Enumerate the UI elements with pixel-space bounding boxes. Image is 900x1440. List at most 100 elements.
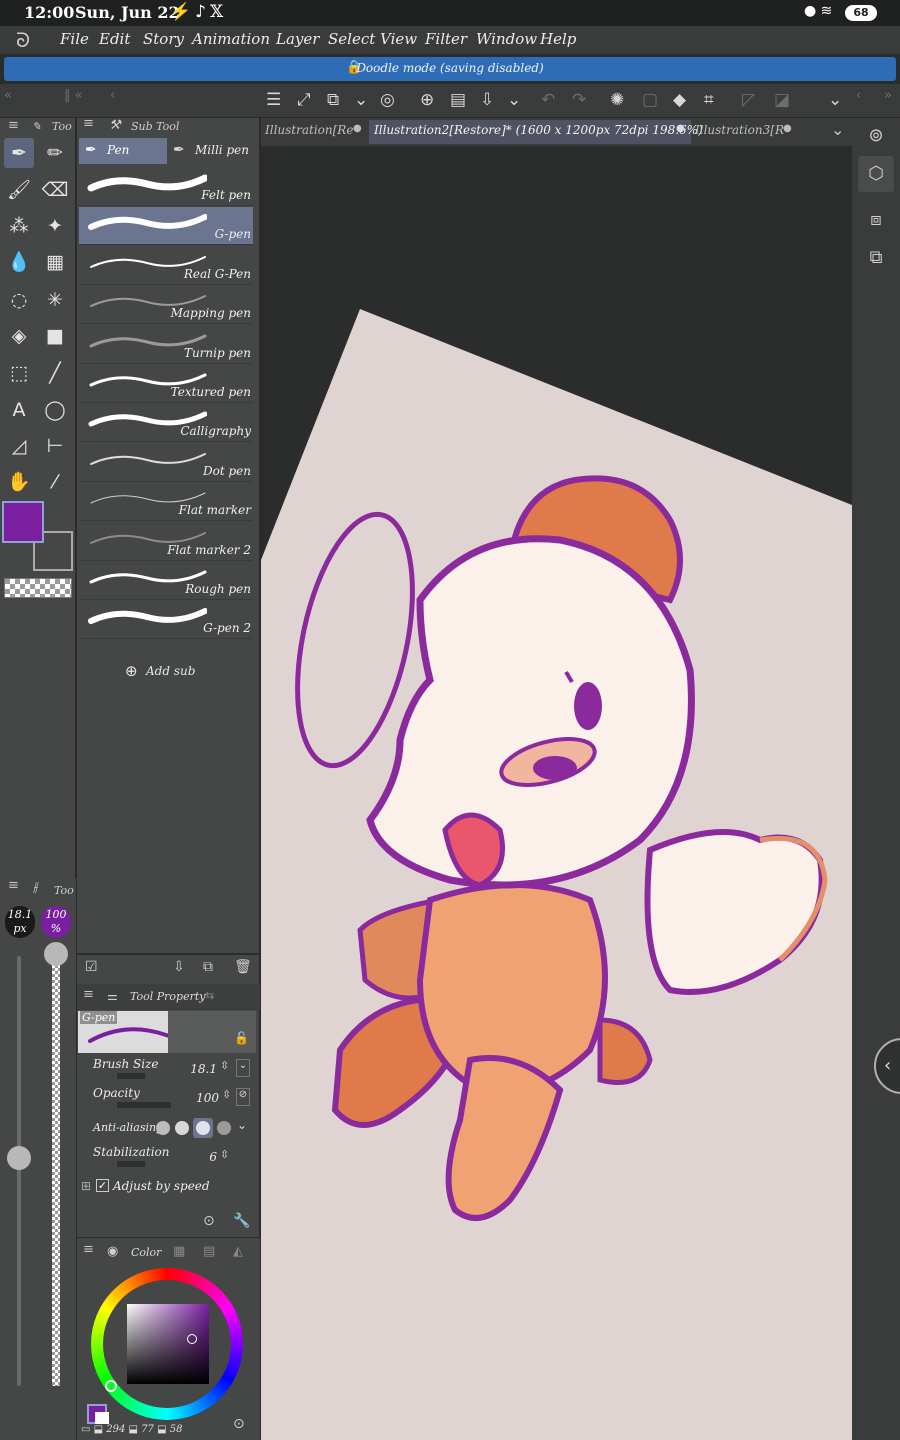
brush-size-bar[interactable] [117, 1073, 145, 1079]
tool-property-menu-icon[interactable]: ≡ [83, 987, 94, 1002]
tab-illustration-1[interactable]: Illustration[Re [265, 123, 353, 137]
menu-select[interactable]: Select [328, 30, 375, 48]
blend-tool-icon[interactable]: 💧 [4, 247, 34, 277]
hamburger-menu-icon[interactable]: ☰ [266, 90, 281, 110]
preview-lock-icon[interactable]: 🔓 [234, 1031, 249, 1045]
lasso-tool-icon[interactable]: ◌ [4, 285, 34, 315]
redo-icon[interactable]: ↷ [572, 90, 586, 110]
menu-animation[interactable]: Animation [192, 30, 270, 48]
import-icon[interactable]: ⇩ [173, 959, 185, 975]
trash-icon[interactable]: 🗑 [234, 959, 252, 975]
color-mode-icon[interactable]: ⊙ [233, 1416, 245, 1432]
fill-icon[interactable]: ◆ [673, 90, 686, 110]
brush-item-g-pen[interactable]: G-pen [79, 207, 253, 246]
add-sub-tool-button[interactable]: ⊕ Add sub [123, 662, 223, 682]
ruler-tool-icon[interactable]: ⊢ [40, 431, 70, 461]
open-folder-icon[interactable]: ▤ [450, 90, 466, 110]
brush-size-slider-handle[interactable] [7, 1146, 31, 1170]
hand-tool-icon[interactable]: ✋ [4, 467, 34, 497]
menu-view[interactable]: View [380, 30, 417, 48]
collapse-panel-handle[interactable]: ‹ [874, 1038, 900, 1094]
tabs-dropdown-icon[interactable]: ⌄ [831, 120, 844, 139]
opacity-slider-track[interactable] [52, 956, 60, 1386]
sub-color-mini-swatch[interactable] [95, 1412, 109, 1424]
stabilization-stepper-icon[interactable]: ⇳ [220, 1148, 229, 1161]
navigator-icon[interactable]: ⊚ [858, 118, 894, 154]
eyedropper-tool-icon[interactable]: ⁄ [40, 467, 70, 497]
brush-item-turnip-pen[interactable]: Turnip pen [79, 326, 253, 364]
brush-item-real-g-pen[interactable]: Real G-Pen [79, 247, 253, 285]
property-reset-icon[interactable]: ⊙ [203, 1213, 215, 1229]
expand-plus-icon[interactable]: ⊞ [81, 1179, 91, 1193]
antialias-strong-option[interactable] [217, 1121, 231, 1135]
tab-illustration-2[interactable]: Illustration2[Restore]* (1600 x 1200px 7… [374, 123, 703, 137]
brush-size-value[interactable]: 18.1 [187, 1062, 217, 1076]
opacity-stepper-icon[interactable]: ⇳ [222, 1088, 231, 1101]
antialias-weak-option[interactable] [175, 1121, 189, 1135]
hue-ring-cursor[interactable] [105, 1380, 117, 1392]
menu-help[interactable]: Help [540, 30, 576, 48]
opacity-value[interactable]: 100 [187, 1091, 219, 1105]
main-color-swatch[interactable] [2, 501, 44, 543]
opacity-bar[interactable] [117, 1102, 171, 1108]
undo-icon[interactable]: ↶ [541, 90, 555, 110]
antialias-dropdown-icon[interactable]: ⌄ [237, 1118, 247, 1132]
chevron-down-icon[interactable]: ⌄ [354, 90, 368, 110]
brush-item-mapping-pen[interactable]: Mapping pen [79, 286, 253, 325]
chevron-down-icon-2[interactable]: ⌄ [507, 90, 521, 110]
brush-item-flat-marker-2[interactable]: Flat marker 2 [79, 523, 253, 561]
group-tab-pen[interactable]: ✒ Pen [79, 138, 167, 164]
tab-illustration-3[interactable]: Illustration3[R [695, 123, 784, 137]
menu-layer[interactable]: Layer [276, 30, 319, 48]
frame-tool-icon[interactable]: ◿ [4, 431, 34, 461]
app-logo-icon[interactable]: ᘐ [16, 28, 30, 52]
collapse-left-icon[interactable]: « [4, 88, 12, 103]
menu-file[interactable]: File [60, 30, 89, 48]
layer-target-icon[interactable]: ◎ [380, 90, 395, 110]
magic-wand-tool-icon[interactable]: ✳ [40, 285, 70, 315]
menu-filter[interactable]: Filter [425, 30, 467, 48]
mesh-tool-icon[interactable]: ▦ [40, 247, 70, 277]
selection-fill-icon[interactable]: ◪ [774, 90, 790, 110]
menu-edit[interactable]: Edit [99, 30, 130, 48]
sub-view-icon[interactable]: ⬡ [858, 156, 894, 192]
menu-story[interactable]: Story [143, 30, 184, 48]
stabilization-bar[interactable] [117, 1161, 145, 1167]
brush-size-slider-track[interactable] [17, 956, 21, 1386]
color-set-tab-icon[interactable]: ▦ [173, 1244, 185, 1259]
drawing-canvas[interactable] [261, 146, 852, 1440]
brush-size-stepper-icon[interactable]: ⇳ [220, 1059, 229, 1072]
opacity-slider-handle[interactable] [44, 942, 68, 966]
tab-3-dot-icon[interactable]: ● [783, 123, 792, 134]
resize-icon[interactable]: ⤢ [297, 90, 311, 110]
brush-item-dot-pen[interactable]: Dot pen [79, 444, 253, 482]
new-canvas-icon[interactable]: ⊕ [420, 90, 434, 110]
balloon-tool-icon[interactable]: ◯ [40, 395, 70, 425]
right-collapse-icon[interactable]: ‹ [856, 88, 861, 103]
saturation-value-square[interactable] [127, 1304, 209, 1384]
size-panel-menu-icon[interactable]: ≡ [8, 878, 19, 893]
toolbar-expand-icon[interactable]: ⌄ [828, 90, 842, 110]
tab-2-dot-icon[interactable]: ● [676, 123, 685, 134]
color-picker-cursor[interactable] [187, 1334, 197, 1344]
duplicate-icon[interactable]: ⧉ [203, 959, 213, 975]
subtool-menu-icon[interactable]: ≡ [83, 116, 94, 131]
selection-off-icon[interactable]: ◸ [742, 90, 755, 110]
pen-tool-icon[interactable]: ✒ [4, 138, 34, 168]
chevron-left-icon[interactable]: ‹ [110, 88, 115, 103]
brush-item-rough-pen[interactable]: Rough pen [79, 562, 253, 600]
wrench-icon[interactable]: 🔧 [233, 1213, 250, 1229]
fill-tool-icon[interactable]: ◈ [4, 321, 34, 351]
brush-item-calligraphy[interactable]: Calligraphy [79, 404, 253, 443]
panel-grip-icon[interactable]: ‖ « [64, 88, 83, 103]
adjust-by-speed-checkbox[interactable]: ✓ [96, 1179, 109, 1192]
antialias-medium-option[interactable] [193, 1118, 213, 1138]
transparent-color-swatch[interactable] [4, 578, 72, 598]
color-wheel-tab-icon[interactable]: ◉ [107, 1244, 118, 1259]
menu-window[interactable]: Window [476, 30, 537, 48]
antialias-none-option[interactable] [156, 1121, 170, 1135]
brush-item-g-pen-2[interactable]: G-pen 2 [79, 601, 253, 640]
export-icon[interactable]: ⇩ [480, 90, 494, 110]
brush-size-dropdown-icon[interactable]: ⌄ [236, 1059, 250, 1077]
right-expand-icon[interactable]: » [884, 88, 892, 103]
